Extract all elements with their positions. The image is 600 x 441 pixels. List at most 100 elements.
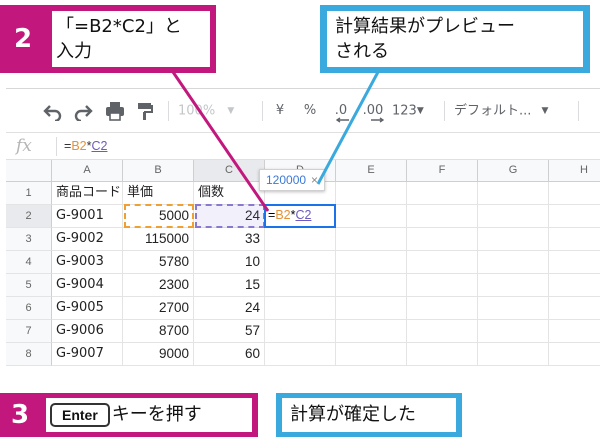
column-header-h[interactable]: H (549, 160, 600, 182)
cell-e4[interactable] (336, 251, 407, 274)
row-header-6[interactable]: 6 (6, 297, 52, 320)
column-header-e[interactable]: E (336, 160, 407, 182)
cell-h3[interactable] (549, 228, 600, 251)
cell-h2[interactable] (549, 205, 600, 228)
column-header-a[interactable]: A (52, 160, 123, 182)
cell-a4[interactable]: G-9003 (52, 251, 123, 274)
cell-c7[interactable]: 57 (194, 320, 265, 343)
formula-ref-c2: C2 (91, 139, 108, 153)
cell-f5[interactable] (407, 274, 478, 297)
spreadsheet: 100% ▼ ¥ % .0 .00 123▼ デフォルト... ▼ fx =B2… (6, 88, 600, 378)
cell-d4[interactable] (265, 251, 336, 274)
cell-g6[interactable] (478, 297, 549, 320)
row-header-2[interactable]: 2 (6, 205, 52, 228)
row-header-3[interactable]: 3 (6, 228, 52, 251)
decrease-decimal-button[interactable]: .0 (328, 101, 354, 123)
cell-c3[interactable]: 33 (194, 228, 265, 251)
cell-b2[interactable]: 5000 (123, 205, 194, 228)
percent-button[interactable]: % (300, 101, 320, 121)
cell-g3[interactable] (478, 228, 549, 251)
cell-c8[interactable]: 60 (194, 343, 265, 366)
cell-e6[interactable] (336, 297, 407, 320)
row-header-1[interactable]: 1 (6, 182, 52, 205)
cell-h7[interactable] (549, 320, 600, 343)
cell-g1[interactable] (478, 182, 549, 205)
select-all-corner[interactable] (6, 160, 52, 182)
cell-h6[interactable] (549, 297, 600, 320)
cell-a5[interactable]: G-9004 (52, 274, 123, 297)
cell-f1[interactable] (407, 182, 478, 205)
cell-d7[interactable] (265, 320, 336, 343)
cell-g2[interactable] (478, 205, 549, 228)
cell-b6[interactable]: 2700 (123, 297, 194, 320)
column-header-f[interactable]: F (407, 160, 478, 182)
row-header-4[interactable]: 4 (6, 251, 52, 274)
cell-b4[interactable]: 5780 (123, 251, 194, 274)
more-formats-select[interactable]: 123▼ (392, 101, 434, 121)
cell-c6[interactable]: 24 (194, 297, 265, 320)
cell-g7[interactable] (478, 320, 549, 343)
cell-d6[interactable] (265, 297, 336, 320)
row-header-8[interactable]: 8 (6, 343, 52, 366)
column-header-b[interactable]: B (123, 160, 194, 182)
cell-g8[interactable] (478, 343, 549, 366)
active-cell-editor[interactable]: =B2*C2 (264, 204, 336, 228)
cell-f6[interactable] (407, 297, 478, 320)
cell-e1[interactable] (336, 182, 407, 205)
cell-f7[interactable] (407, 320, 478, 343)
callout-line1: 「=B2*C2」と (56, 16, 182, 37)
font-select[interactable]: デフォルト... ▼ (454, 101, 566, 121)
cell-a8[interactable]: G-9007 (52, 343, 123, 366)
paint-format-icon[interactable] (134, 101, 156, 121)
toolbar-divider (262, 101, 263, 121)
cell-a6[interactable]: G-9005 (52, 297, 123, 320)
cell-h1[interactable] (549, 182, 600, 205)
column-header-g[interactable]: G (478, 160, 549, 182)
zoom-select[interactable]: 100% ▼ (178, 101, 256, 121)
cell-b7[interactable]: 8700 (123, 320, 194, 343)
cell-b3[interactable]: 115000 (123, 228, 194, 251)
cell-f8[interactable] (407, 343, 478, 366)
result-preview-tooltip: 120000 × (259, 169, 326, 191)
cell-a7[interactable]: G-9006 (52, 320, 123, 343)
cell-c4[interactable]: 10 (194, 251, 265, 274)
cell-c1[interactable]: 個数 (194, 182, 265, 205)
cell-c5[interactable]: 15 (194, 274, 265, 297)
cell-h5[interactable] (549, 274, 600, 297)
cell-e3[interactable] (336, 228, 407, 251)
cell-a3[interactable]: G-9002 (52, 228, 123, 251)
cell-d8[interactable] (265, 343, 336, 366)
print-icon[interactable] (104, 101, 126, 121)
cell-a2[interactable]: G-9001 (52, 205, 123, 228)
cell-b1[interactable]: 単価 (123, 182, 194, 205)
cell-a1[interactable]: 商品コード (52, 182, 123, 205)
cell-b5[interactable]: 2300 (123, 274, 194, 297)
cell-c2[interactable]: 24 (194, 205, 265, 228)
cell-b8[interactable]: 9000 (123, 343, 194, 366)
increase-decimal-button[interactable]: .00 (358, 101, 388, 123)
cell-g5[interactable] (478, 274, 549, 297)
cell-f3[interactable] (407, 228, 478, 251)
cell-e7[interactable] (336, 320, 407, 343)
cell-e8[interactable] (336, 343, 407, 366)
cell-h4[interactable] (549, 251, 600, 274)
currency-button[interactable]: ¥ (270, 101, 290, 121)
cell-f2[interactable] (407, 205, 478, 228)
redo-icon[interactable] (72, 101, 94, 121)
cell-f4[interactable] (407, 251, 478, 274)
row-header-5[interactable]: 5 (6, 274, 52, 297)
cell-d5[interactable] (265, 274, 336, 297)
callout-text-box: Enter キーを押す (46, 398, 252, 432)
close-icon[interactable]: × (311, 173, 318, 187)
cell-e5[interactable] (336, 274, 407, 297)
cell-h8[interactable] (549, 343, 600, 366)
formula-input[interactable]: =B2*C2 (64, 138, 107, 155)
formula-bar: fx =B2*C2 (6, 133, 600, 160)
cell-g4[interactable] (478, 251, 549, 274)
column-header-c[interactable]: C (194, 160, 265, 182)
cell-e2[interactable] (336, 205, 407, 228)
cell-d3[interactable] (265, 228, 336, 251)
row-header-7[interactable]: 7 (6, 320, 52, 343)
decrease-decimal-label: .0 (334, 103, 348, 118)
undo-icon[interactable] (42, 101, 64, 121)
